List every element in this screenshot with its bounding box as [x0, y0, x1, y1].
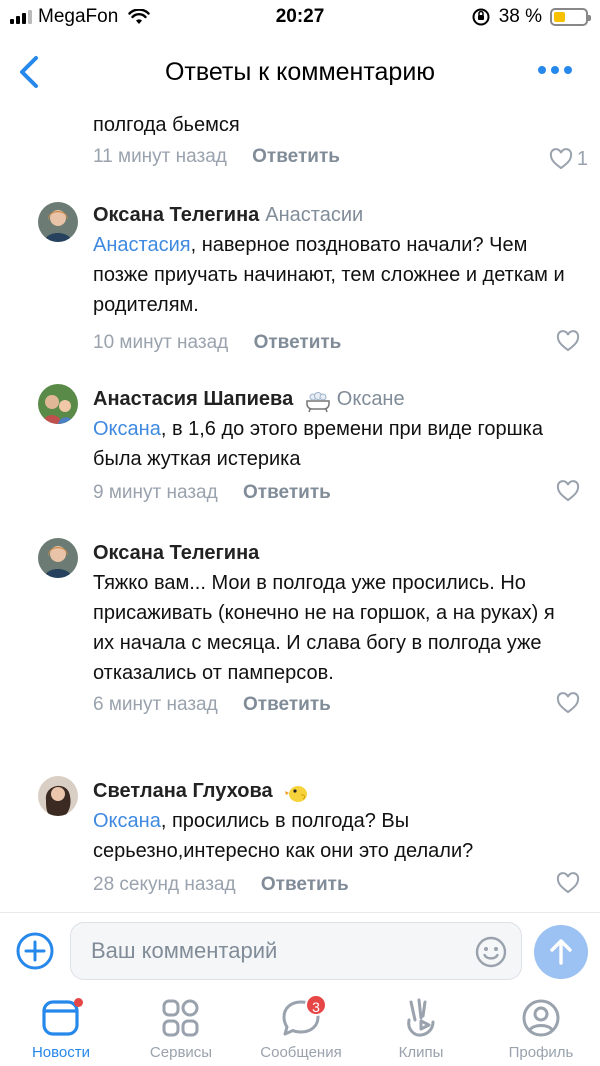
comment-author: Оксана Телегина	[93, 538, 580, 568]
mention-link[interactable]: Оксана	[93, 418, 161, 440]
comment-author: Анастасия Шапиева Оксане	[93, 384, 580, 414]
comment-time: 11 минут назад	[93, 146, 227, 167]
add-attachment-icon[interactable]	[15, 931, 55, 971]
services-icon	[159, 996, 203, 1040]
comment-meta: 11 минут назад Ответить 1	[93, 142, 588, 172]
author-name[interactable]: Оксана Телегина	[93, 204, 259, 226]
profile-icon	[519, 996, 563, 1040]
reply-button[interactable]: Ответить	[243, 482, 331, 503]
battery-percent: 38 %	[498, 6, 542, 27]
heart-icon	[549, 148, 572, 170]
comment-text: Анастасия, наверное поздновато начали? Ч…	[93, 234, 565, 316]
tab-profile[interactable]: Профиль	[481, 996, 600, 1061]
comment-text: полгода бьемся	[93, 114, 240, 136]
status-right: 38 %	[471, 6, 591, 28]
header: Ответы к комментарию	[0, 36, 600, 108]
avatar[interactable]	[38, 776, 78, 816]
heart-icon	[556, 330, 580, 352]
reply-to[interactable]: Анастасии	[265, 204, 363, 226]
avatar[interactable]	[38, 202, 78, 242]
tab-clips[interactable]: Клипы	[361, 996, 481, 1061]
orientation-lock-icon	[472, 8, 490, 26]
tab-label: Сообщения	[260, 1044, 342, 1061]
comment-time: 9 минут назад	[93, 482, 218, 503]
like-button[interactable]: 1	[549, 144, 588, 174]
unread-badge: 3	[305, 994, 327, 1016]
news-icon	[39, 996, 83, 1040]
heart-icon	[556, 692, 580, 714]
comment-time: 10 минут назад	[93, 332, 229, 353]
reply-to[interactable]: Оксане	[337, 388, 405, 410]
tab-bar: Новости Сервисы 3 Сообщения Клипы Профил…	[0, 992, 600, 1066]
comment-meta: 9 минут назад Ответить	[93, 478, 580, 508]
mention-link[interactable]: Анастасия	[93, 234, 191, 256]
reply-button[interactable]: Ответить	[254, 332, 342, 353]
heart-icon	[556, 872, 580, 894]
clips-icon	[399, 996, 443, 1040]
tab-services[interactable]: Сервисы	[121, 996, 241, 1061]
tab-label: Сервисы	[149, 1044, 213, 1061]
avatar[interactable]	[38, 538, 78, 578]
messages-icon: 3	[279, 994, 327, 1040]
avatar[interactable]	[38, 384, 78, 424]
comment-composer: Ваш комментарий	[0, 912, 600, 992]
reply-button[interactable]: Ответить	[252, 146, 340, 167]
arrow-up-icon	[550, 939, 572, 965]
comment-author: Оксана Телегина Анастасии	[93, 200, 580, 230]
comment-meta: 28 секунд назад Ответить	[93, 870, 580, 900]
notification-dot	[74, 998, 83, 1007]
more-horizontal-icon[interactable]	[538, 66, 572, 74]
status-bar: MegaFon 20:27 38 %	[0, 0, 600, 36]
tab-messages[interactable]: 3 Сообщения	[241, 994, 361, 1061]
comment-text: Оксана, просились в полгода? Вы серьезно…	[93, 810, 474, 862]
comment-input[interactable]: Ваш комментарий	[70, 922, 522, 980]
page-title: Ответы к комментарию	[164, 58, 436, 86]
like-button[interactable]	[556, 330, 580, 352]
comment-author: Светлана Глухова	[93, 776, 580, 806]
heart-icon	[556, 480, 580, 502]
like-button[interactable]	[556, 480, 580, 502]
comment-meta: 10 минут назад Ответить	[93, 328, 580, 358]
author-name[interactable]: Оксана Телегина	[93, 542, 259, 564]
reply-button[interactable]: Ответить	[261, 874, 349, 895]
comment-time: 6 минут назад	[93, 694, 218, 715]
tab-label: Профиль	[508, 1044, 574, 1061]
like-button[interactable]	[556, 692, 580, 714]
smile-icon[interactable]	[475, 936, 507, 968]
comment-meta: 6 минут назад Ответить	[93, 690, 580, 720]
tab-label: Новости	[31, 1044, 91, 1061]
mention-link[interactable]: Оксана	[93, 810, 161, 832]
comment-text: Оксана, в 1,6 до этого времени при виде …	[93, 418, 543, 470]
author-name[interactable]: Анастасия Шапиева	[93, 388, 293, 410]
bathtub-icon	[306, 391, 330, 412]
battery-icon	[550, 8, 591, 26]
send-button[interactable]	[534, 925, 588, 979]
comments-list: полгода бьемся 11 минут назад Ответить 1…	[0, 108, 600, 912]
reply-button[interactable]: Ответить	[243, 694, 331, 715]
tab-label: Клипы	[398, 1044, 444, 1061]
tab-news[interactable]: Новости	[1, 996, 121, 1061]
duck-icon	[285, 785, 308, 802]
like-button[interactable]	[556, 872, 580, 894]
comment-time: 28 секунд назад	[93, 874, 236, 895]
comment-text: Тяжко вам... Мои в полгода уже просились…	[93, 572, 555, 684]
comment-placeholder: Ваш комментарий	[91, 938, 278, 963]
author-name[interactable]: Светлана Глухова	[93, 780, 273, 802]
like-count: 1	[576, 148, 588, 170]
